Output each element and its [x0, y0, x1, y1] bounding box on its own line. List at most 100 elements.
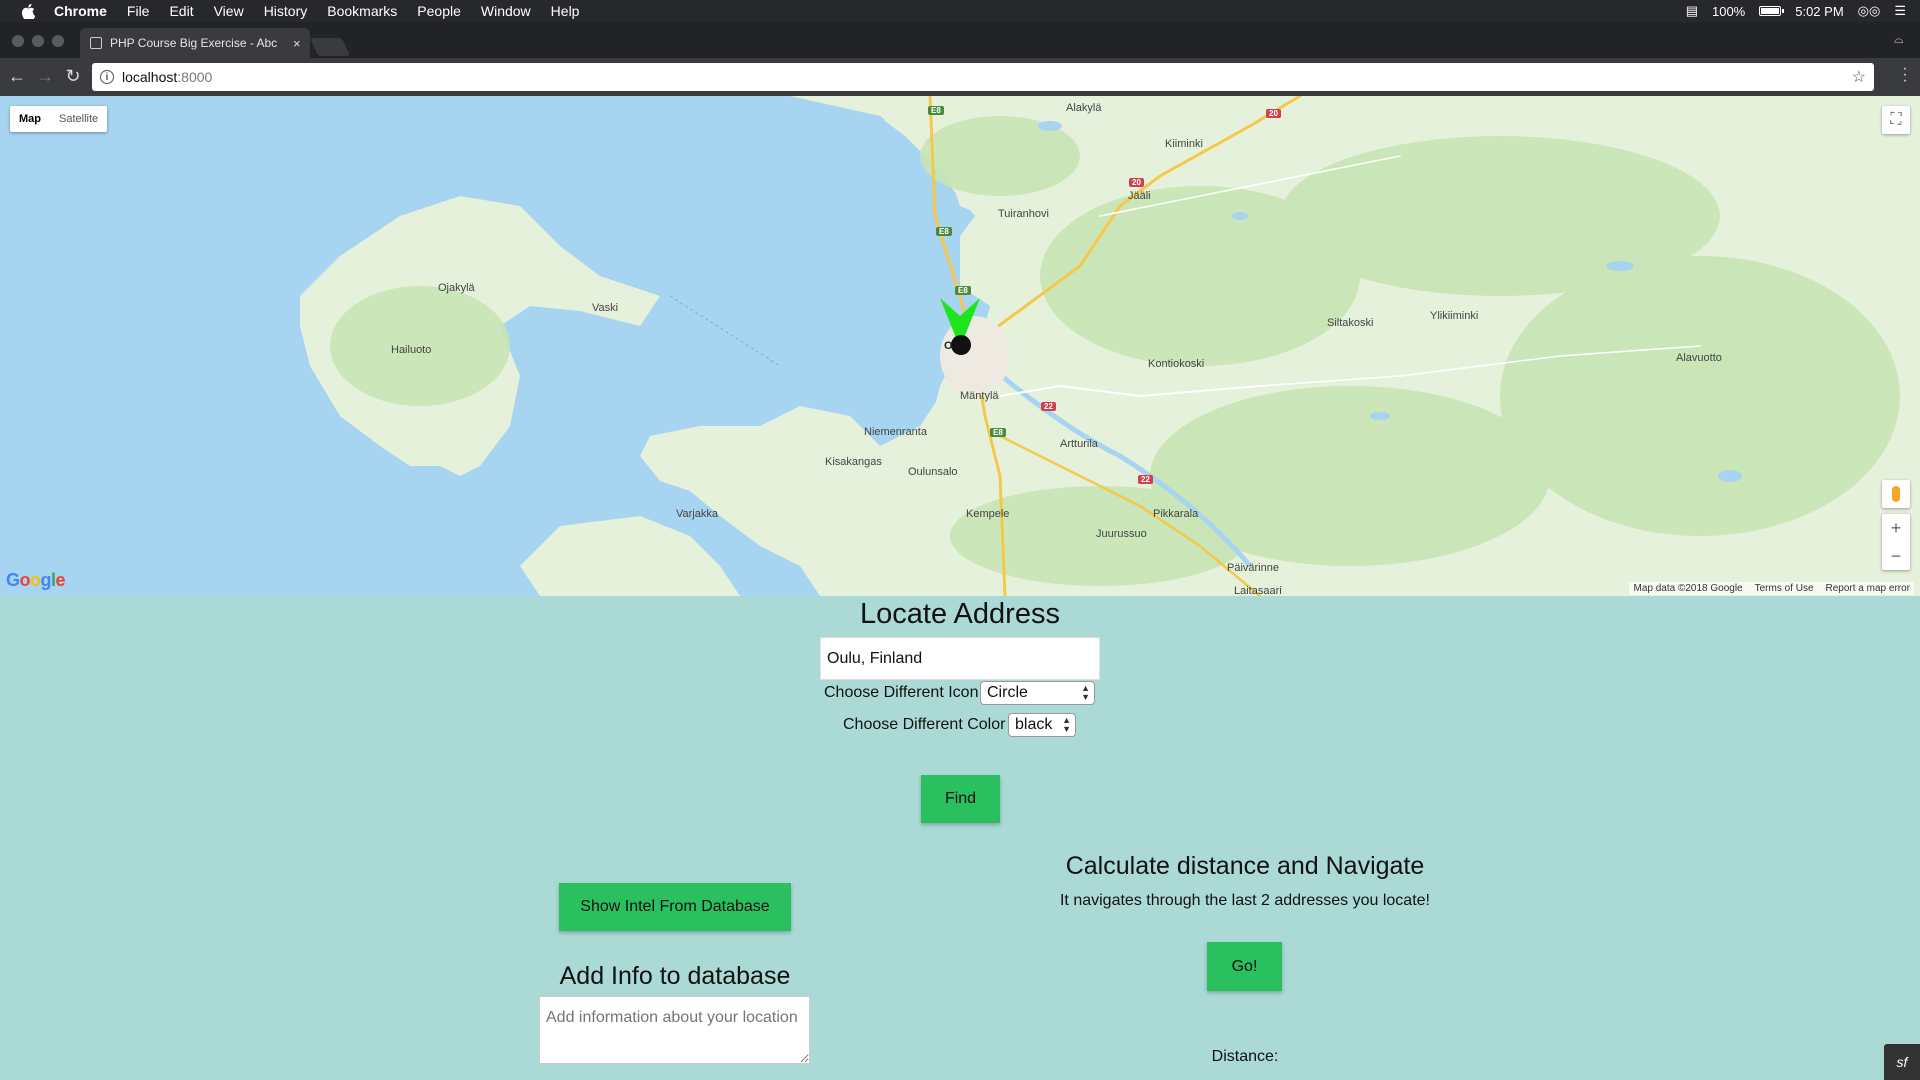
place-label: Vaski	[592, 302, 619, 314]
map-type-satellite-button[interactable]: Satellite	[50, 106, 107, 132]
mail-icon[interactable]: ▤	[1686, 3, 1698, 19]
zoom-in-button[interactable]: +	[1882, 514, 1910, 542]
color-select-label: Choose Different Color	[843, 716, 1006, 733]
menu-window[interactable]: Window	[481, 0, 531, 22]
place-label: Kisakangas	[825, 456, 882, 468]
menu-file[interactable]: File	[127, 0, 150, 22]
list-icon[interactable]: ☰	[1894, 3, 1906, 19]
distance-label: Distance:	[1211, 1048, 1279, 1065]
macos-menu-bar: Chrome File Edit View History Bookmarks …	[0, 0, 1920, 22]
pegman-icon[interactable]	[1882, 480, 1910, 508]
place-label: Pikkarala	[1153, 508, 1199, 520]
place-label: Laitasaari	[1234, 585, 1282, 596]
place-label: Päivärinne	[1227, 562, 1279, 574]
logo-letter: g	[40, 570, 52, 590]
symfony-toolbar-icon[interactable]: sf	[1884, 1044, 1920, 1080]
zoom-out-button[interactable]: −	[1882, 542, 1910, 570]
menu-history[interactable]: History	[264, 0, 308, 22]
menu-help[interactable]: Help	[551, 0, 580, 22]
menu-edit[interactable]: Edit	[169, 0, 193, 22]
navigate-heading: Calculate distance and Navigate	[1065, 852, 1425, 880]
browser-tab-strip: PHP Course Big Exercise - Abc × ⌓	[0, 22, 1920, 58]
chrome-menu-icon[interactable]: · · ·	[1902, 61, 1908, 89]
icon-select[interactable]: Circle ▲ ▼	[980, 681, 1095, 705]
reload-icon[interactable]: ↻	[62, 66, 84, 88]
logo-letter: o	[19, 570, 31, 590]
select-arrows-icon: ▲ ▼	[1081, 683, 1090, 702]
location-info-textarea[interactable]	[539, 996, 810, 1064]
logo-letter: G	[6, 570, 20, 590]
locate-address-heading: Locate Address	[860, 598, 1060, 630]
zoom-window-icon[interactable]	[52, 35, 64, 47]
browser-toolbar: ← → ↻ i localhost:8000 ☆ · · ·	[0, 58, 1920, 96]
place-label: Kempele	[966, 508, 1010, 520]
zoom-control: + −	[1882, 514, 1910, 570]
color-select-value: black	[1015, 716, 1053, 733]
map-data-credit: Map data ©2018 Google	[1633, 583, 1743, 594]
battery-icon[interactable]	[1759, 6, 1785, 16]
report-map-error-link[interactable]: Report a map error	[1826, 583, 1910, 594]
place-label: Artturila	[1060, 438, 1098, 450]
window-controls	[12, 35, 64, 47]
place-label: Alakylä	[1066, 102, 1102, 114]
place-label: Ojakylä	[438, 282, 475, 294]
place-label: Kontiokoski	[1148, 358, 1205, 370]
road-shield: E8	[990, 428, 1006, 437]
fullscreen-icon[interactable]: ⛶	[1882, 106, 1910, 134]
place-label: Alavuotto	[1676, 352, 1722, 364]
close-window-icon[interactable]	[12, 35, 24, 47]
forward-arrow-icon[interactable]: →	[34, 66, 56, 88]
address-input[interactable]	[820, 637, 1100, 680]
info-icon[interactable]: i	[100, 70, 114, 84]
find-button[interactable]: Find	[921, 775, 1000, 823]
logo-letter: e	[55, 570, 66, 590]
logo-letter: o	[30, 570, 41, 590]
place-label: Siltakoski	[1327, 317, 1374, 329]
go-button[interactable]: Go!	[1207, 942, 1282, 991]
google-map[interactable]: Alakylä Kiiminki Jääli Tuiranhovi Ojakyl…	[0, 96, 1920, 596]
color-select[interactable]: black ▲ ▼	[1008, 713, 1076, 737]
browser-tab-active[interactable]: PHP Course Big Exercise - Abc ×	[80, 28, 310, 58]
menu-bookmarks[interactable]: Bookmarks	[327, 0, 397, 22]
map-attribution: Map data ©2018 Google Terms of Use Repor…	[1629, 582, 1914, 595]
url-port: :8000	[177, 69, 213, 85]
place-label: Hailuoto	[391, 344, 432, 356]
address-bar[interactable]: i localhost:8000 ☆	[92, 63, 1874, 91]
url-host: localhost	[122, 69, 178, 85]
terms-of-use-link[interactable]: Terms of Use	[1755, 583, 1814, 594]
place-label: Varjakka	[676, 508, 718, 520]
map-type-map-button[interactable]: Map	[10, 106, 50, 132]
status-area: ▤ 100% 5:02 PM ◎◎ ☰	[1686, 0, 1906, 22]
road-shield: 20	[1266, 109, 1281, 118]
road-shield: 20	[1129, 178, 1144, 187]
place-label: Niemenranta	[864, 426, 927, 438]
minimize-window-icon[interactable]	[32, 35, 44, 47]
select-arrows-icon: ▲ ▼	[1062, 715, 1071, 734]
battery-percent: 100%	[1711, 3, 1746, 19]
black-circle-marker-icon[interactable]	[950, 334, 972, 356]
icon-select-value: Circle	[987, 684, 1028, 701]
new-tab-button[interactable]	[309, 38, 351, 56]
menu-app-chrome[interactable]: Chrome	[54, 0, 107, 22]
user-glasses-icon[interactable]: ◎◎	[1858, 3, 1881, 19]
menu-people[interactable]: People	[417, 0, 461, 22]
place-label: Juurussuo	[1096, 528, 1147, 540]
tab-close-icon[interactable]: ×	[293, 36, 301, 51]
bookmark-star-icon[interactable]: ☆	[1852, 67, 1866, 87]
clock[interactable]: 5:02 PM	[1795, 4, 1843, 19]
road-shield: E8	[936, 227, 952, 236]
place-label: Oulunsalo	[908, 466, 958, 478]
place-label: Tuiranhovi	[998, 208, 1049, 220]
add-info-heading: Add Info to database	[559, 962, 791, 990]
show-intel-button[interactable]: Show Intel From Database	[559, 883, 791, 931]
icon-select-label: Choose Different Icon	[824, 684, 979, 701]
road-shield: 22	[1041, 402, 1056, 411]
road-shield: E8	[928, 106, 944, 115]
place-label: Jääli	[1128, 190, 1151, 202]
google-logo[interactable]: Google	[6, 570, 66, 591]
back-arrow-icon[interactable]: ←	[6, 66, 28, 88]
apple-icon[interactable]	[18, 0, 38, 22]
place-label: Kiiminki	[1165, 138, 1203, 150]
menu-view[interactable]: View	[214, 0, 244, 22]
tab-title: PHP Course Big Exercise - Abc	[110, 36, 278, 50]
